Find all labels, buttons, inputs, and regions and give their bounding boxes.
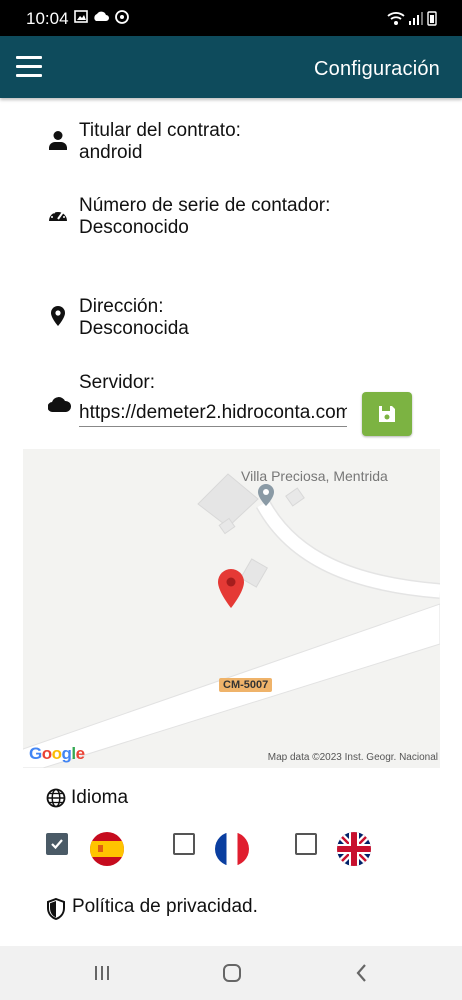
map-view[interactable]: Villa Preciosa, Mentrida CM-5007 Google … bbox=[23, 449, 440, 768]
google-logo: Google bbox=[29, 744, 85, 763]
status-bar: 10:04 bbox=[0, 0, 462, 36]
shield-icon bbox=[47, 898, 65, 920]
save-button[interactable] bbox=[362, 392, 412, 436]
map-road-label: CM-5007 bbox=[219, 678, 273, 692]
notification-icons bbox=[74, 10, 129, 24]
server-label: Servidor: bbox=[79, 372, 156, 393]
page-title: Configuración bbox=[313, 58, 440, 80]
home-icon[interactable] bbox=[219, 960, 245, 986]
meter-serial-value: Desconocido bbox=[79, 217, 189, 238]
address-value: Desconocida bbox=[79, 318, 189, 339]
uk-flag-icon[interactable] bbox=[337, 832, 371, 866]
status-time: 10:04 bbox=[26, 9, 69, 28]
signal-wifi-battery-icons bbox=[387, 11, 437, 26]
meter-serial-label: Número de serie de contador: bbox=[79, 195, 331, 216]
save-icon bbox=[379, 406, 395, 422]
map-attribution: Map data ©2023 Inst. Geogr. Nacional bbox=[267, 752, 438, 763]
location-pin-icon bbox=[51, 306, 65, 326]
contract-holder-value: android bbox=[79, 142, 143, 163]
hamburger-icon-line bbox=[16, 65, 42, 68]
map-canvas bbox=[23, 473, 440, 768]
spain-flag-icon[interactable] bbox=[90, 832, 124, 866]
cloud-icon bbox=[48, 397, 72, 413]
app-bar: Configuración bbox=[0, 36, 462, 98]
address-row: Dirección: Desconocida bbox=[0, 296, 462, 344]
system-nav-bar bbox=[0, 946, 462, 1000]
language-checkbox-en[interactable] bbox=[295, 833, 317, 855]
language-checkbox-es[interactable] bbox=[46, 833, 68, 855]
privacy-policy-label: Política de privacidad. bbox=[72, 896, 258, 917]
check-icon bbox=[51, 839, 63, 850]
contract-holder-label: Titular del contrato: bbox=[79, 120, 241, 141]
meter-serial-row: Número de serie de contador: Desconocido bbox=[0, 195, 462, 243]
language-checkbox-fr[interactable] bbox=[173, 833, 195, 855]
person-icon bbox=[49, 131, 67, 150]
globe-icon bbox=[46, 788, 66, 808]
hamburger-icon-line bbox=[16, 56, 42, 59]
server-url-input[interactable] bbox=[79, 400, 347, 427]
address-label: Dirección: bbox=[79, 296, 164, 317]
language-title: Idioma bbox=[71, 787, 129, 808]
hamburger-icon-line bbox=[16, 74, 42, 77]
contract-holder-row: Titular del contrato: android bbox=[0, 120, 462, 168]
back-icon[interactable] bbox=[349, 960, 375, 986]
france-flag-icon[interactable] bbox=[215, 832, 249, 866]
recent-apps-icon[interactable] bbox=[89, 960, 115, 986]
map-place-label: Villa Preciosa, Mentrida bbox=[241, 468, 388, 484]
speedometer-icon bbox=[49, 209, 67, 221]
menu-button[interactable] bbox=[16, 56, 42, 78]
